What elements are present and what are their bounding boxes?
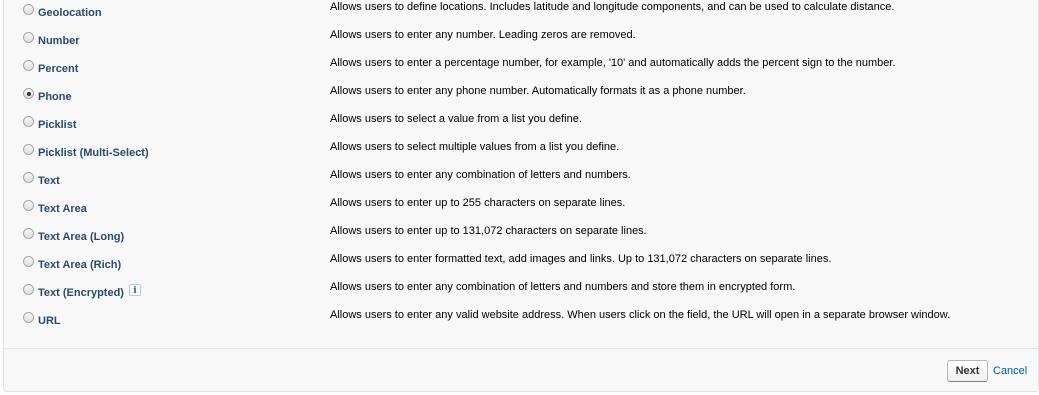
label-text-encrypted[interactable]: Text (Encrypted) <box>38 287 124 300</box>
radio-text-area-rich[interactable] <box>23 256 34 267</box>
radio-url[interactable] <box>23 312 34 323</box>
radio-percent[interactable] <box>23 60 34 71</box>
radio-picklist-multi-select[interactable] <box>23 144 34 155</box>
cancel-link[interactable]: Cancel <box>993 365 1027 377</box>
description-picklist-multi-select: Allows users to select multiple values f… <box>330 141 620 153</box>
radio-text-encrypted[interactable] <box>23 284 34 295</box>
description-text-area-long: Allows users to enter up to 131,072 char… <box>330 225 647 237</box>
radio-number[interactable] <box>23 32 34 43</box>
field-type-row-geolocation: Geolocation Allows users to define locat… <box>4 1 1038 29</box>
label-text-area-rich[interactable]: Text Area (Rich) <box>38 259 121 272</box>
label-geolocation[interactable]: Geolocation <box>38 7 102 20</box>
label-percent[interactable]: Percent <box>38 63 78 76</box>
field-type-row-picklist: Picklist Allows users to select a value … <box>4 113 1038 141</box>
radio-text[interactable] <box>23 172 34 183</box>
field-type-row-phone: Phone Allows users to enter any phone nu… <box>4 85 1038 113</box>
description-percent: Allows users to enter a percentage numbe… <box>330 57 896 69</box>
description-picklist: Allows users to select a value from a li… <box>330 113 582 125</box>
label-url[interactable]: URL <box>38 315 61 328</box>
field-type-panel: Geolocation Allows users to define locat… <box>3 0 1039 392</box>
description-text-encrypted: Allows users to enter any combination of… <box>330 281 796 293</box>
label-picklist[interactable]: Picklist <box>38 119 77 132</box>
radio-text-area[interactable] <box>23 200 34 211</box>
description-text-area-rich: Allows users to enter formatted text, ad… <box>330 253 832 265</box>
label-text[interactable]: Text <box>38 175 60 188</box>
radio-picklist[interactable] <box>23 116 34 127</box>
field-type-row-text-area-long: Text Area (Long) Allows users to enter u… <box>4 225 1038 253</box>
field-type-row-text: Text Allows users to enter any combinati… <box>4 169 1038 197</box>
label-text-area[interactable]: Text Area <box>38 203 87 216</box>
description-url: Allows users to enter any valid website … <box>330 309 951 321</box>
field-type-row-percent: Percent Allows users to enter a percenta… <box>4 57 1038 85</box>
description-text-area: Allows users to enter up to 255 characte… <box>330 197 626 209</box>
description-number: Allows users to enter any number. Leadin… <box>330 29 636 41</box>
description-geolocation: Allows users to define locations. Includ… <box>330 1 895 13</box>
radio-geolocation[interactable] <box>23 4 34 15</box>
field-type-row-text-area: Text Area Allows users to enter up to 25… <box>4 197 1038 225</box>
footer-divider <box>4 348 1038 349</box>
description-text: Allows users to enter any combination of… <box>330 169 631 181</box>
description-phone: Allows users to enter any phone number. … <box>330 85 746 97</box>
field-type-row-url: URL Allows users to enter any valid webs… <box>4 309 1038 337</box>
next-button[interactable]: Next <box>947 360 988 382</box>
field-type-row-picklist-multi-select: Picklist (Multi-Select) Allows users to … <box>4 141 1038 169</box>
field-type-row-text-encrypted: Text (Encrypted) i Allows users to enter… <box>4 281 1038 309</box>
label-picklist-multi-select[interactable]: Picklist (Multi-Select) <box>38 147 149 160</box>
label-number[interactable]: Number <box>38 35 80 48</box>
radio-phone[interactable] <box>23 88 34 99</box>
field-type-row-number: Number Allows users to enter any number.… <box>4 29 1038 57</box>
label-text-area-long[interactable]: Text Area (Long) <box>38 231 124 244</box>
label-phone[interactable]: Phone <box>38 91 72 104</box>
field-type-row-text-area-rich: Text Area (Rich) Allows users to enter f… <box>4 253 1038 281</box>
info-icon[interactable]: i <box>129 284 141 296</box>
radio-text-area-long[interactable] <box>23 228 34 239</box>
